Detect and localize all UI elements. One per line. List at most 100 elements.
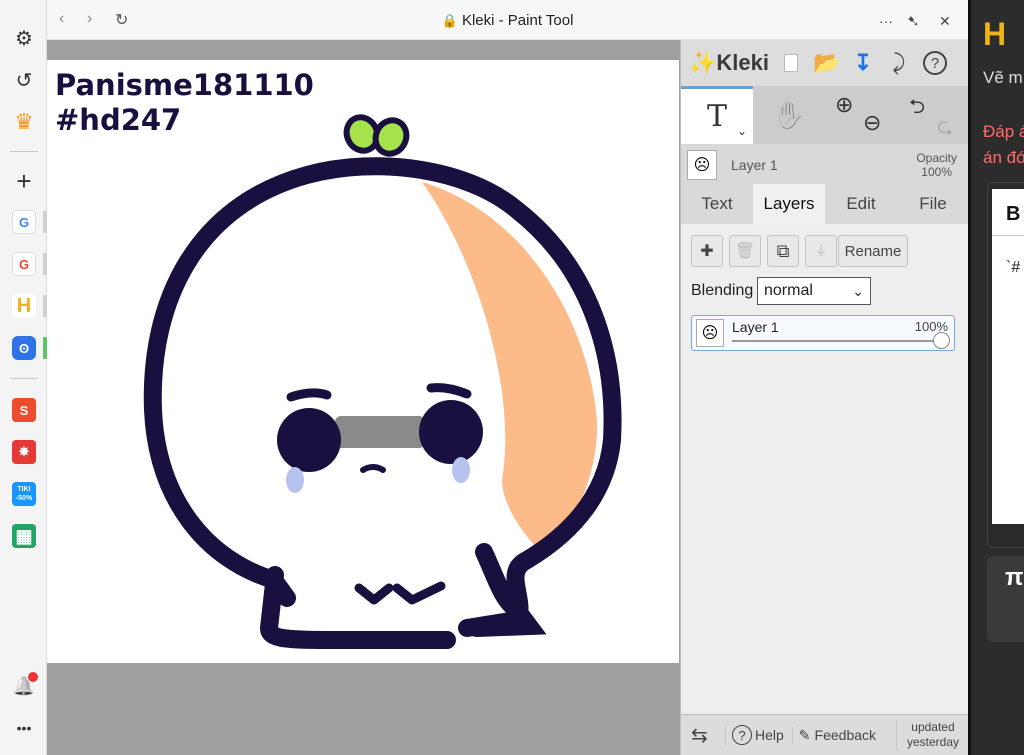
- zoom-in-icon[interactable]: ⊕: [835, 92, 853, 118]
- canvas-area[interactable]: Panisme181110 #hd247: [47, 40, 680, 755]
- tab-edit[interactable]: Edit: [825, 184, 897, 224]
- eye-band: [335, 416, 425, 448]
- help-icon[interactable]: ?: [917, 45, 953, 81]
- eye-right: [419, 400, 483, 464]
- lock-icon: 🔒: [441, 13, 458, 28]
- h-app-icon[interactable]: H: [8, 290, 40, 322]
- active-layer-preview: ☹ Layer 1 Opacity 100%: [681, 146, 969, 184]
- delete-layer-button[interactable]: 🗑: [729, 235, 761, 267]
- eye-left: [277, 408, 341, 472]
- tab-file[interactable]: File: [897, 184, 969, 224]
- swap-icon[interactable]: ⇆: [691, 723, 719, 748]
- google-icon[interactable]: G: [8, 206, 40, 238]
- kleki-panel: ✨Kleki 📂 ↧ ⤸ ? T ⌄ ✋ ⊕ ⊖ ⮌ ⮎ ☹ Layer 1 O…: [680, 40, 969, 755]
- kleki-mark-icon: ✨: [689, 50, 717, 75]
- add-icon[interactable]: +: [8, 165, 40, 197]
- background-window: H Vẽ m Đáp á án đó B `# π: [968, 0, 1024, 755]
- rename-layer-button[interactable]: Rename: [838, 235, 908, 267]
- download-icon[interactable]: ↧: [845, 45, 881, 81]
- leaf-right: [372, 117, 410, 157]
- tiki-discount: -50%: [15, 495, 33, 502]
- sidebar-divider: [10, 378, 38, 379]
- shopee-letter: S: [12, 398, 36, 422]
- hand-tool-button[interactable]: ✋: [753, 86, 825, 144]
- undo-icon[interactable]: ⮌: [909, 92, 925, 126]
- background-text-2: Đáp á: [983, 122, 1024, 141]
- chevron-down-icon: ⌄: [852, 283, 864, 299]
- history-icon[interactable]: ↺: [8, 64, 40, 96]
- feedback-link[interactable]: ✎ Feedback: [791, 726, 877, 744]
- help-link[interactable]: ? Help: [725, 725, 784, 745]
- help-circle-icon: ?: [732, 725, 752, 745]
- eyebrow-right: [426, 383, 472, 399]
- google-letter-2: G: [12, 252, 36, 276]
- layer-opacity-track[interactable]: [732, 340, 942, 342]
- feedback-icon: ✎: [798, 726, 811, 743]
- redo-icon[interactable]: ⮎: [937, 112, 953, 146]
- bell-icon[interactable]: 🔔: [8, 670, 40, 702]
- tab-layers[interactable]: Layers: [753, 184, 825, 224]
- layer-list-item[interactable]: ☹ Layer 1 100%: [691, 315, 955, 351]
- panel-footer: ⇆ ? Help ✎ Feedback updated yesterday: [681, 714, 969, 755]
- more-icon[interactable]: •••: [8, 712, 40, 744]
- undo-redo-buttons: ⮌ ⮎: [897, 86, 969, 144]
- layer-thumbnail: ☹: [696, 319, 724, 347]
- background-card-divider: [992, 235, 1024, 236]
- google-letter: G: [12, 210, 36, 234]
- panel-tabs: Text Layers Edit File: [681, 184, 969, 224]
- blending-label: Blending: [691, 282, 754, 299]
- updated-info[interactable]: updated yesterday: [895, 720, 959, 750]
- text-tool-icon: T: [706, 99, 727, 134]
- red-app-glyph: ✸: [12, 440, 36, 464]
- shopee-icon[interactable]: S: [8, 394, 40, 426]
- active-layer-name: Layer 1: [731, 157, 778, 173]
- hand-left: [354, 583, 394, 605]
- layer-opacity-handle[interactable]: [933, 332, 950, 349]
- merge-layer-button[interactable]: ⤓: [805, 235, 837, 267]
- feedback-label: Feedback: [814, 727, 877, 743]
- background-card-text: `#: [1006, 259, 1021, 276]
- sheets-icon[interactable]: ▦: [8, 520, 40, 552]
- menu-dots-icon[interactable]: ···: [879, 13, 893, 29]
- kleki-logo-text: Kleki: [716, 50, 769, 75]
- background-card: B `#: [987, 182, 1024, 548]
- h-letter: H: [12, 294, 36, 318]
- kleki-app-icon[interactable]: ʘ: [8, 332, 40, 364]
- crown-icon[interactable]: ♛: [8, 106, 40, 138]
- opacity-value: 100%: [921, 165, 952, 179]
- kleki-toolbar: ✨Kleki 📂 ↧ ⤸ ?: [681, 40, 969, 86]
- tool-row: T ⌄ ✋ ⊕ ⊖ ⮌ ⮎: [681, 86, 969, 144]
- background-card-inner: B `#: [992, 189, 1024, 524]
- layer-thumbnail: ☹: [687, 150, 717, 180]
- layers-panel: ✚ 🗑 ⧉ ⤓ Rename Blending normal ⌄ ☹ Layer…: [681, 224, 969, 714]
- google-icon-2[interactable]: G: [8, 248, 40, 280]
- background-text-1: Vẽ m: [983, 68, 1023, 87]
- updated-line-2: yesterday: [906, 735, 959, 749]
- settings-icon[interactable]: ⚙: [8, 22, 40, 54]
- blending-select[interactable]: normal ⌄: [757, 277, 871, 305]
- add-layer-button[interactable]: ✚: [691, 235, 723, 267]
- tab-text[interactable]: Text: [681, 184, 753, 224]
- chevron-down-icon: ⌄: [736, 124, 747, 138]
- zoom-out-icon[interactable]: ⊖: [863, 110, 881, 136]
- duplicate-layer-button[interactable]: ⧉: [767, 235, 799, 267]
- opacity-label: Opacity: [916, 151, 957, 165]
- tiki-badge: TIKI -50%: [12, 482, 36, 506]
- browser-titlebar: ‹ › ↻ 🔒 Kleki - Paint Tool ··· ➷ ✕: [47, 0, 968, 40]
- help-label: Help: [755, 727, 784, 743]
- tiki-icon[interactable]: TIKI -50%: [8, 478, 40, 510]
- close-icon[interactable]: ✕: [939, 13, 951, 30]
- layer-name: Layer 1: [732, 319, 779, 335]
- background-card-header: B: [1006, 203, 1021, 225]
- open-folder-icon[interactable]: 📂: [809, 45, 845, 81]
- unpin-icon[interactable]: ➷: [907, 12, 920, 30]
- red-app-icon[interactable]: ✸: [8, 436, 40, 468]
- drawing-canvas[interactable]: Panisme181110 #hd247: [47, 60, 679, 663]
- new-image-icon[interactable]: [773, 45, 809, 81]
- kleki-letter: ʘ: [12, 336, 36, 360]
- hand-icon: ✋: [772, 99, 806, 130]
- text-tool-button[interactable]: T ⌄: [681, 86, 753, 144]
- h-logo: H: [983, 16, 1007, 52]
- kleki-logo[interactable]: ✨Kleki: [689, 50, 773, 76]
- share-icon[interactable]: ⤸: [881, 45, 917, 81]
